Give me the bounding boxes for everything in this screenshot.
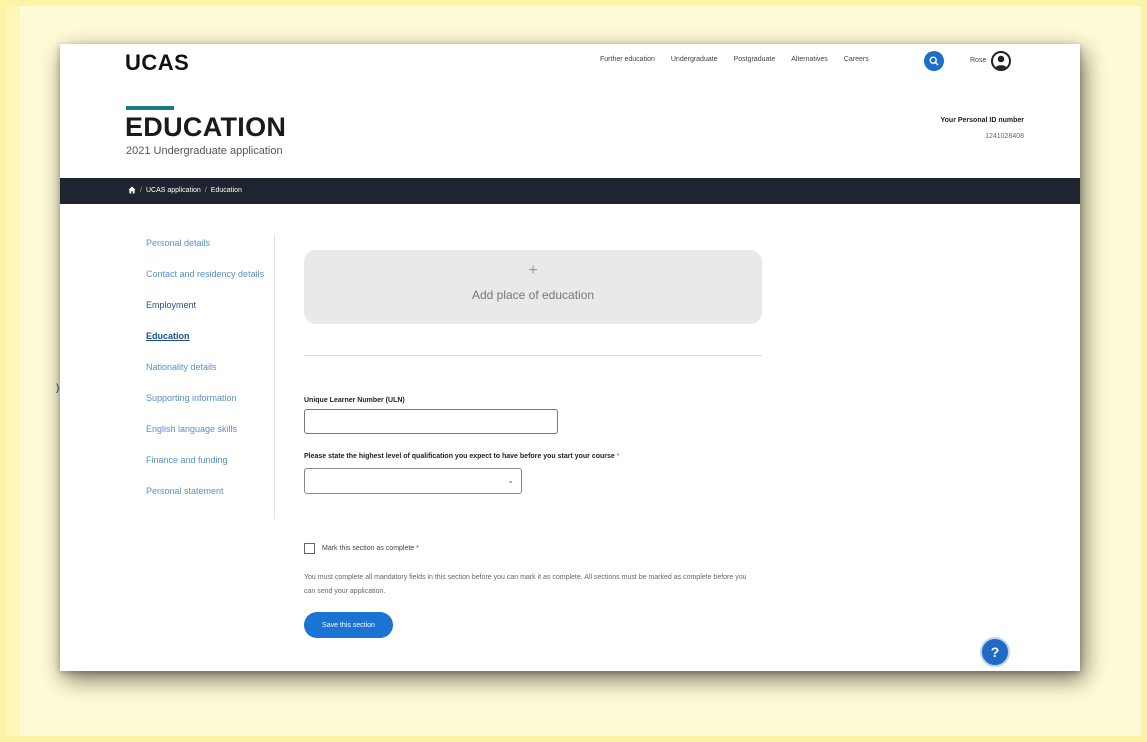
mark-complete-checkbox[interactable] [304, 543, 315, 554]
uln-input[interactable] [304, 409, 558, 434]
add-place-of-education-button[interactable]: + Add place of education [304, 250, 762, 324]
help-icon: ? [990, 644, 1000, 660]
complete-checkbox-row: Mark this section as complete * [304, 543, 419, 554]
qualification-label: Please state the highest level of qualif… [304, 453, 620, 460]
breadcrumb-separator: / [204, 186, 207, 194]
breadcrumb-ucas-application[interactable]: UCAS application [146, 187, 201, 194]
plus-icon: + [528, 262, 538, 279]
avatar[interactable] [991, 51, 1011, 71]
search-button[interactable] [924, 51, 944, 71]
add-place-label: Add place of education [471, 288, 595, 302]
personal-id-label: Your Personal ID number [940, 117, 1025, 124]
section-sidebar: Personal details Contact and residency d… [146, 236, 274, 515]
nav-undergraduate[interactable]: Undergraduate [671, 56, 718, 63]
sidebar-item-nationality[interactable]: Nationality details [146, 360, 274, 374]
sidebar-divider [274, 234, 275, 519]
sidebar-item-personal-statement[interactable]: Personal statement [146, 484, 274, 498]
save-section-button[interactable]: Save this section [304, 612, 393, 638]
completion-note: You must complete all mandatory fields i… [304, 574, 747, 595]
chevron-down-icon: ⌄ [507, 476, 514, 485]
help-button[interactable]: ? [980, 637, 1010, 667]
breadcrumb-separator: / [140, 186, 142, 194]
sidebar-item-employment[interactable]: Employment [146, 298, 274, 312]
frame-left-strip [0, 0, 20, 742]
mark-complete-label[interactable]: Mark this section as complete * [322, 545, 419, 552]
page-subtitle: 2021 Undergraduate application [126, 145, 283, 157]
breadcrumb-bar: / UCAS application / Education [60, 178, 1080, 204]
breadcrumb: / UCAS application / Education [128, 186, 242, 194]
home-icon[interactable] [128, 186, 136, 194]
personal-id-value: 1241028408 [985, 133, 1024, 140]
section-divider [304, 355, 762, 356]
nav-postgraduate[interactable]: Postgraduate [734, 56, 776, 63]
required-marker: * [616, 453, 620, 460]
top-nav: Further education Undergraduate Postgrad… [600, 56, 869, 63]
sidebar-item-contact-residency[interactable]: Contact and residency details [146, 267, 274, 281]
sidebar-item-supporting-information[interactable]: Supporting information [146, 391, 274, 405]
sidebar-item-english-language[interactable]: English language skills [146, 422, 274, 436]
breadcrumb-education: Education [210, 186, 242, 194]
stray-mark: ) [56, 383, 60, 394]
ucas-page: UCAS Further education Undergraduate Pos… [60, 44, 1080, 671]
title-accent-bar [126, 106, 174, 110]
nav-careers[interactable]: Careers [844, 56, 869, 63]
qualification-label-text: Please state the highest level of qualif… [304, 453, 615, 460]
ucas-logo[interactable]: UCAS [125, 50, 189, 76]
user-avatar-icon [995, 55, 1007, 69]
sidebar-item-personal-details[interactable]: Personal details [146, 236, 274, 250]
search-icon [929, 56, 939, 66]
nav-further-education[interactable]: Further education [600, 56, 655, 63]
page-title: EDUCATION [125, 112, 287, 142]
sidebar-item-finance-funding[interactable]: Finance and funding [146, 453, 274, 467]
sidebar-item-education[interactable]: Education [146, 329, 274, 343]
qualification-select[interactable]: ⌄ [304, 468, 522, 494]
user-name[interactable]: Rose [970, 57, 986, 64]
uln-label: Unique Learner Number (ULN) [304, 397, 405, 404]
nav-alternatives[interactable]: Alternatives [791, 56, 828, 63]
